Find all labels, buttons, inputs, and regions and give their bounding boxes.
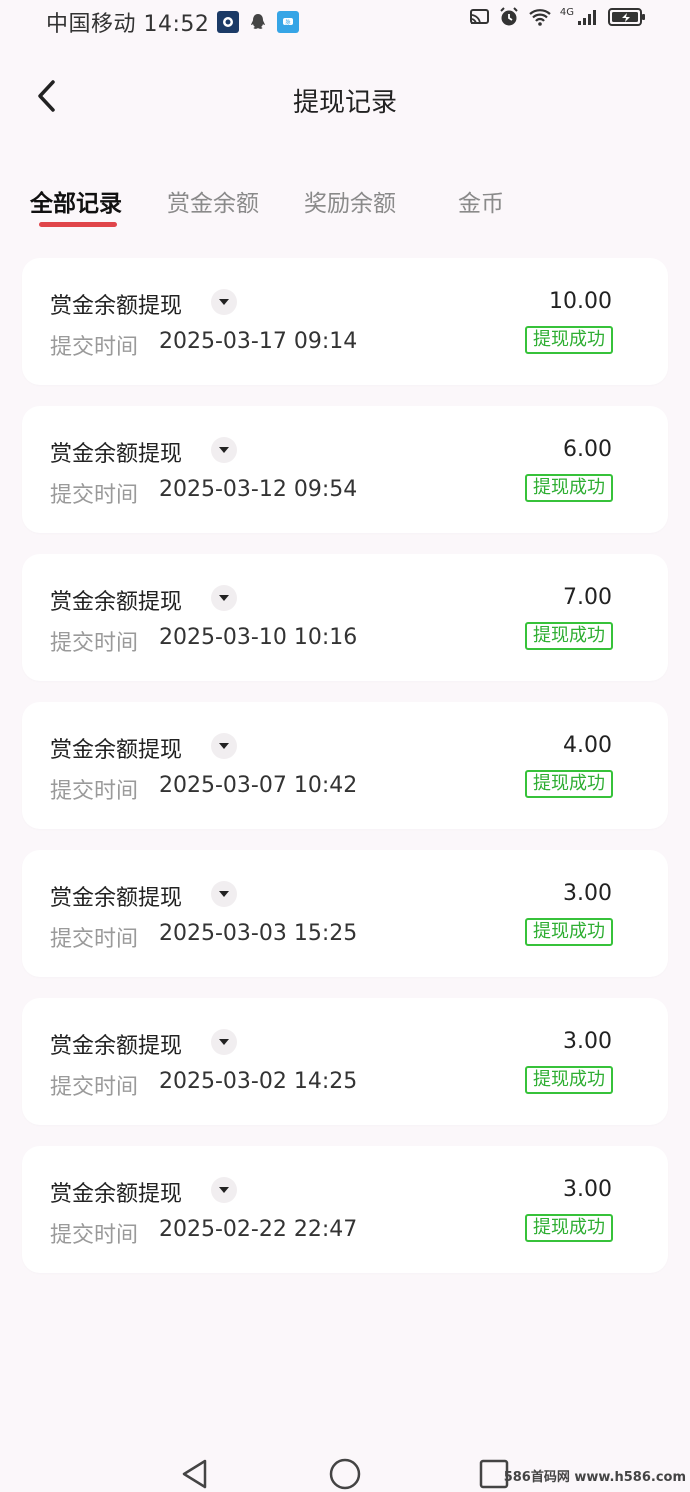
time-label: 提交时间: [50, 1075, 139, 1100]
submit-time: 2025-02-22 22:47: [159, 1217, 358, 1242]
caret-down-icon: [219, 743, 229, 749]
expand-dropdown-button[interactable]: [211, 585, 237, 611]
time-label: 提交时间: [50, 779, 139, 804]
record-type: 赏金余额提现: [50, 590, 183, 615]
submit-time: 2025-03-12 09:54: [159, 477, 358, 502]
nav-back-button[interactable]: [176, 1456, 212, 1492]
record-list: 赏金余额提现 提交时间 2025-03-17 09:14 10.00 提现成功 …: [22, 258, 668, 1294]
amount: 6.00: [563, 437, 612, 462]
amount: 4.00: [563, 733, 612, 758]
tab-active-indicator: [39, 222, 117, 227]
record-type: 赏金余额提现: [50, 1034, 183, 1059]
caret-down-icon: [219, 1187, 229, 1193]
signal-icon: [576, 7, 600, 31]
record-type: 赏金余额提现: [50, 294, 183, 319]
watermark: 586首码网 www.h586.com: [503, 1470, 686, 1485]
record-type: 赏金余额提现: [50, 1182, 183, 1207]
amount: 3.00: [563, 1177, 612, 1202]
record-card[interactable]: 赏金余额提现 提交时间 2025-03-02 14:25 3.00 提现成功: [22, 998, 668, 1125]
record-type: 赏金余额提现: [50, 738, 183, 763]
record-card[interactable]: 赏金余额提现 提交时间 2025-02-22 22:47 3.00 提现成功: [22, 1146, 668, 1273]
page-title: 提现记录: [292, 88, 397, 118]
status-badge: 提现成功: [525, 326, 613, 354]
time-label: 提交时间: [50, 335, 139, 360]
nav-home-button[interactable]: [327, 1456, 363, 1492]
record-card[interactable]: 赏金余额提现 提交时间 2025-03-12 09:54 6.00 提现成功: [22, 406, 668, 533]
carrier-time: 中国移动 14:52: [46, 12, 210, 37]
submit-time: 2025-03-10 10:16: [159, 625, 358, 650]
record-card[interactable]: 赏金余额提现 提交时间 2025-03-17 09:14 10.00 提现成功: [22, 258, 668, 385]
amount: 3.00: [563, 881, 612, 906]
caret-down-icon: [219, 595, 229, 601]
status-badge: 提现成功: [525, 1214, 613, 1242]
amount: 7.00: [563, 585, 612, 610]
caret-down-icon: [219, 1039, 229, 1045]
caret-down-icon: [219, 447, 229, 453]
submit-time: 2025-03-07 10:42: [159, 773, 358, 798]
expand-dropdown-button[interactable]: [211, 1029, 237, 1055]
time-label: 提交时间: [50, 483, 139, 508]
expand-dropdown-button[interactable]: [211, 289, 237, 315]
circle-home-icon: [329, 1458, 361, 1490]
caret-down-icon: [219, 891, 229, 897]
submit-time: 2025-03-17 09:14: [159, 329, 358, 354]
svg-text:脉: 脉: [286, 19, 291, 26]
tab-bar: 全部记录 赏金余额 奖励余额 金币: [0, 178, 690, 234]
app-notification-icon: [217, 11, 240, 33]
caret-down-icon: [219, 299, 229, 305]
time-label: 提交时间: [50, 927, 139, 952]
wifi-icon: [528, 7, 552, 31]
qq-icon: [247, 11, 269, 33]
record-type: 赏金余额提现: [50, 442, 183, 467]
expand-dropdown-button[interactable]: [211, 881, 237, 907]
submit-time: 2025-03-03 15:25: [159, 921, 358, 946]
record-card[interactable]: 赏金余额提现 提交时间 2025-03-10 10:16 7.00 提现成功: [22, 554, 668, 681]
time-label: 提交时间: [50, 1223, 139, 1248]
submit-time: 2025-03-02 14:25: [159, 1069, 358, 1094]
network-type: 4G: [559, 6, 574, 18]
time-label: 提交时间: [50, 631, 139, 656]
triangle-back-icon: [182, 1459, 207, 1489]
amount: 3.00: [563, 1029, 612, 1054]
status-badge: 提现成功: [525, 474, 613, 502]
expand-dropdown-button[interactable]: [211, 1177, 237, 1203]
chat-app-icon: 脉: [277, 11, 300, 33]
alarm-icon: [498, 6, 520, 32]
tab-all-records[interactable]: 全部记录: [30, 184, 122, 218]
status-badge: 提现成功: [525, 622, 613, 650]
expand-dropdown-button[interactable]: [211, 437, 237, 463]
status-badge: 提现成功: [525, 918, 613, 946]
amount: 10.00: [549, 289, 612, 314]
expand-dropdown-button[interactable]: [211, 733, 237, 759]
status-badge: 提现成功: [525, 1066, 613, 1094]
header: 提现记录: [0, 60, 690, 140]
battery-icon: [608, 7, 646, 31]
record-card[interactable]: 赏金余额提现 提交时间 2025-03-03 15:25 3.00 提现成功: [22, 850, 668, 977]
tab-reward-balance[interactable]: 奖励余额: [304, 184, 396, 218]
record-card[interactable]: 赏金余额提现 提交时间 2025-03-07 10:42 4.00 提现成功: [22, 702, 668, 829]
status-bar: 中国移动 14:52 脉 4G: [0, 0, 690, 40]
cast-icon: [468, 7, 490, 31]
status-badge: 提现成功: [525, 770, 613, 798]
tab-bounty-balance[interactable]: 赏金余额: [167, 184, 259, 218]
tab-coins[interactable]: 金币: [458, 184, 504, 218]
record-type: 赏金余额提现: [50, 886, 183, 911]
